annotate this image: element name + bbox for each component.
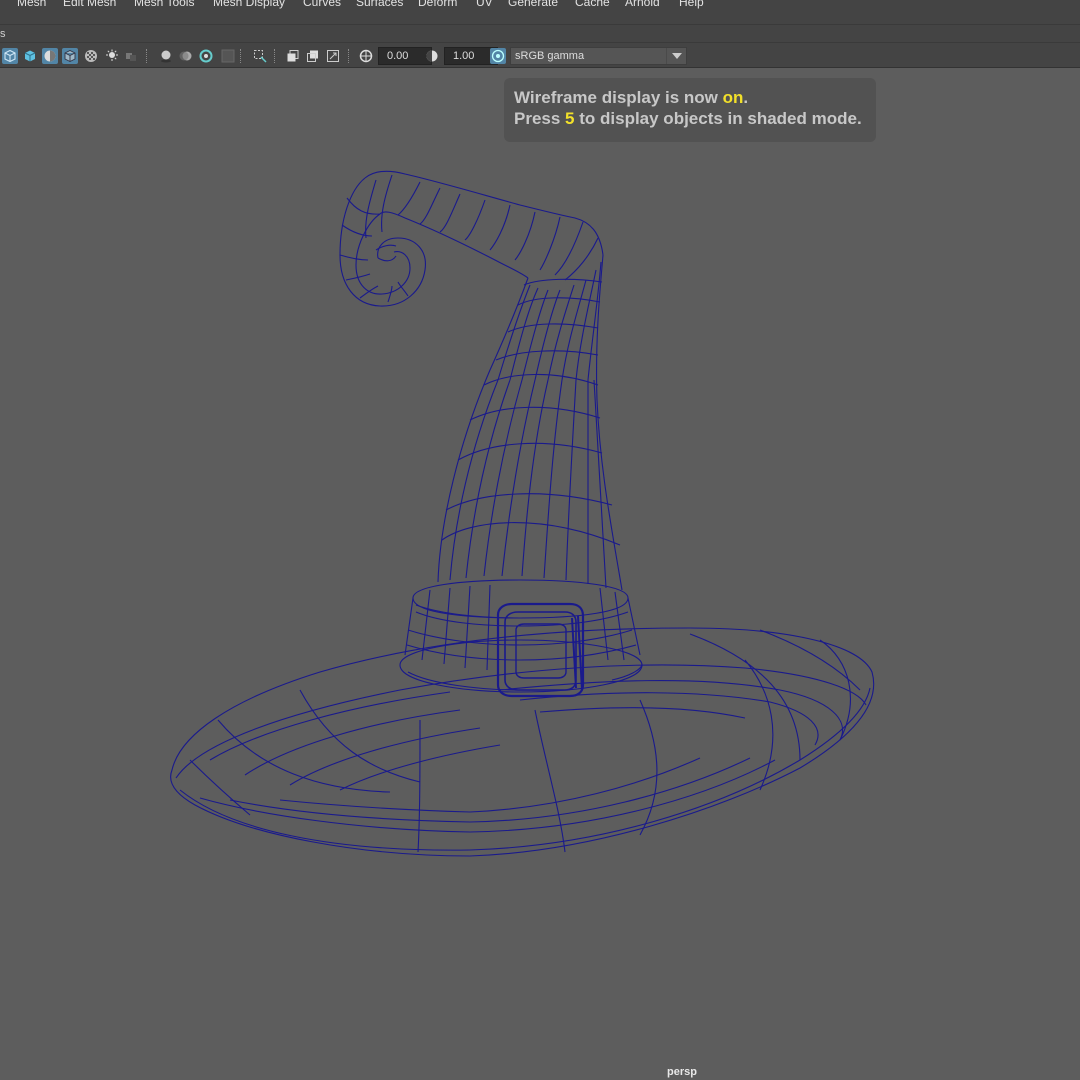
witch-hat-wireframe[interactable] — [0, 0, 1080, 1080]
wireframe-hud-message: Wireframe display is now on. Press 5 to … — [504, 78, 876, 142]
camera-name-label: persp — [667, 1066, 697, 1078]
hud-line-1: Wireframe display is now on. — [514, 88, 749, 107]
hud-line-2: Press 5 to display objects in shaded mod… — [514, 109, 862, 128]
